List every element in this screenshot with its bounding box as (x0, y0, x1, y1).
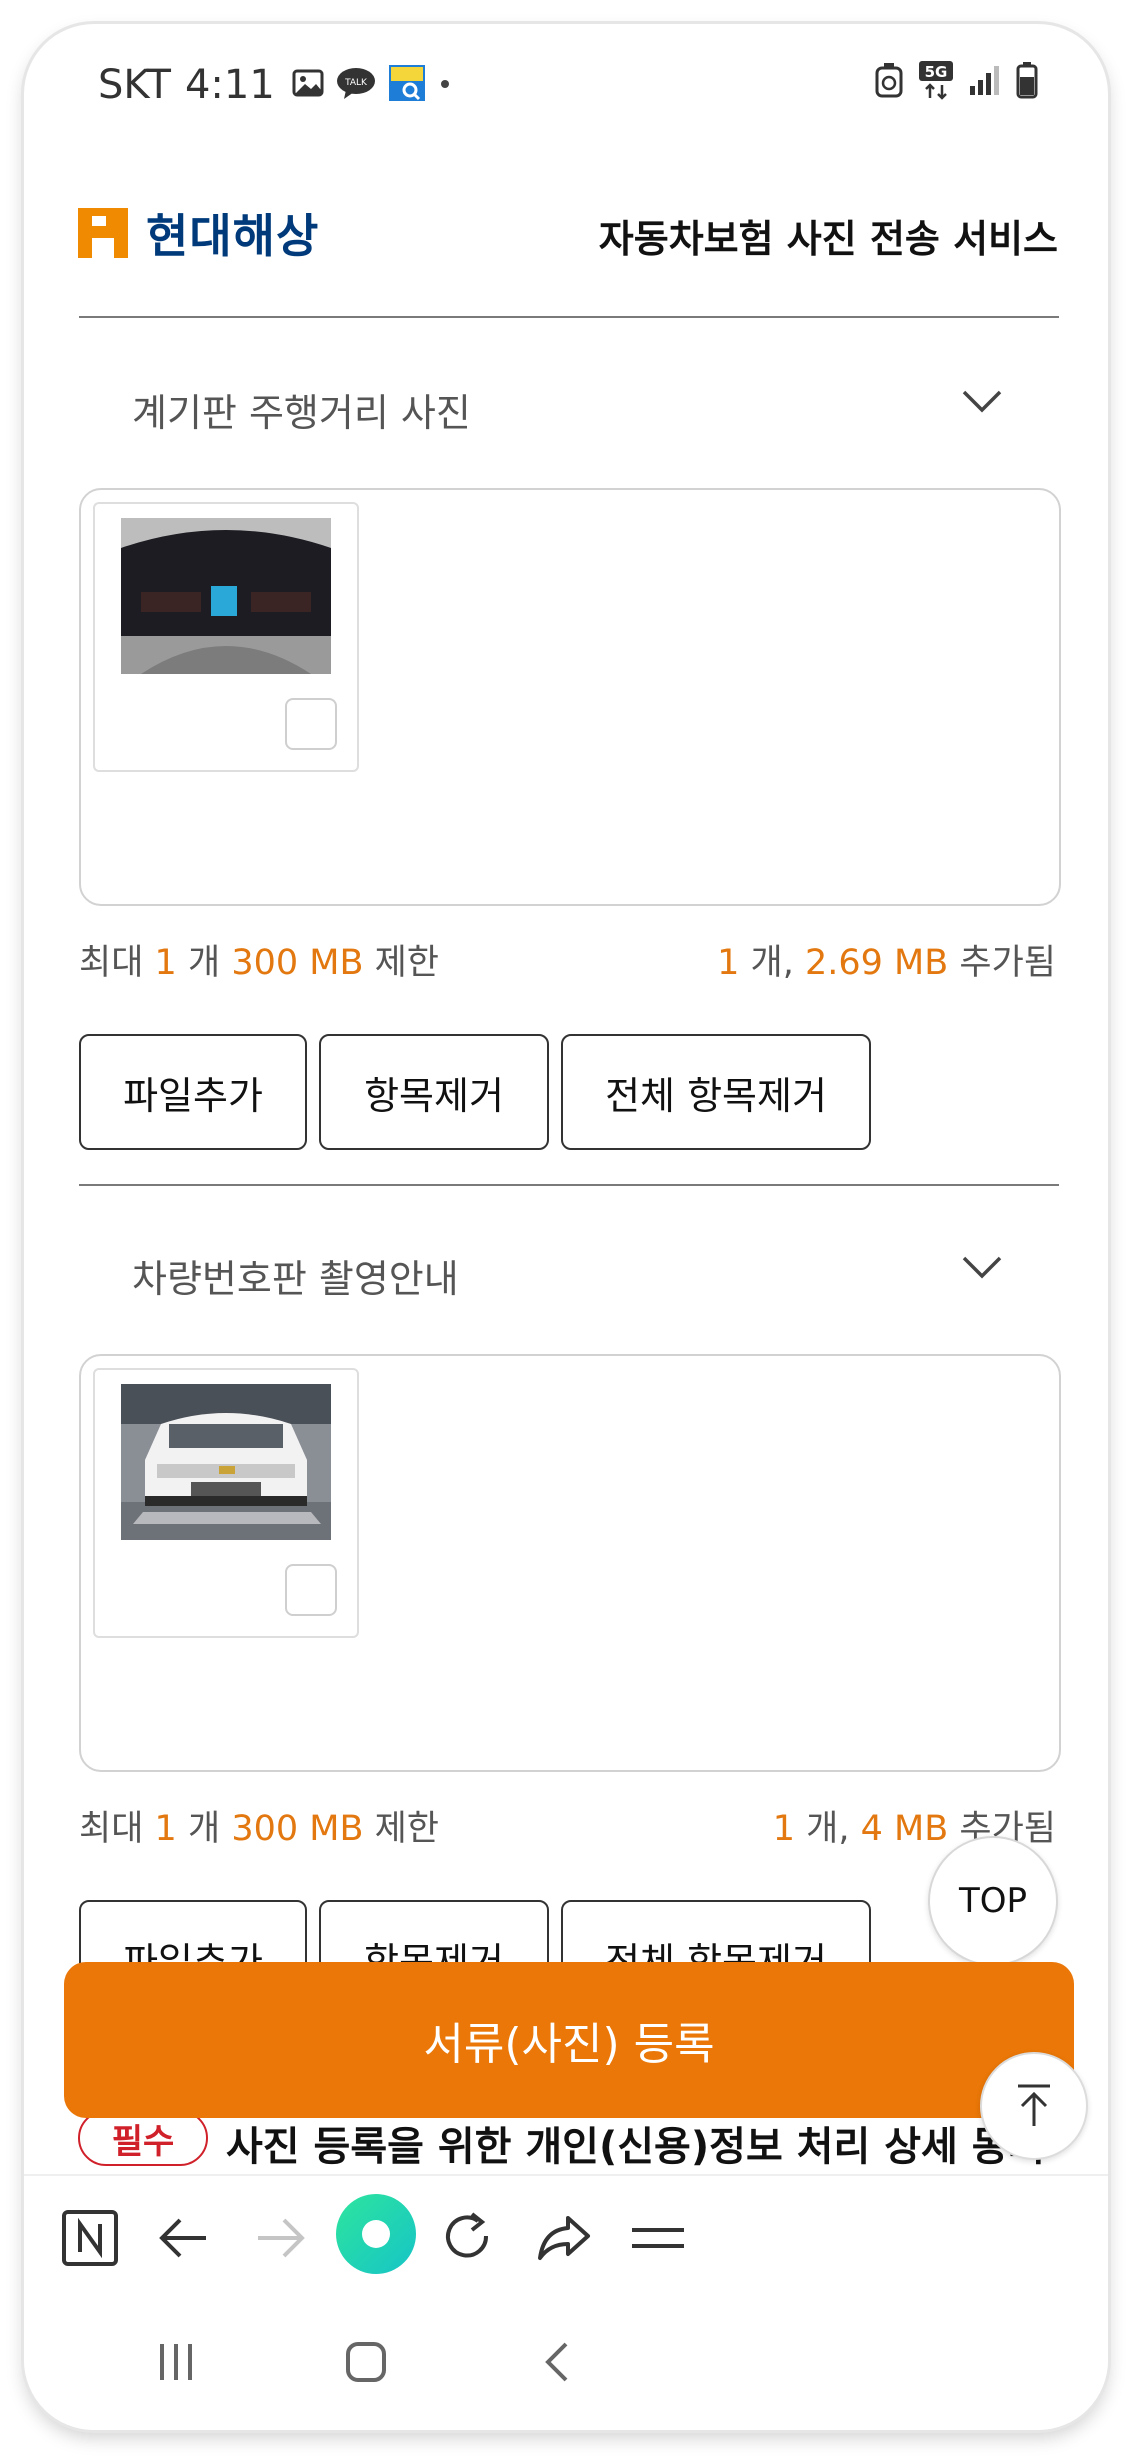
photo-select-checkbox[interactable] (285, 1564, 337, 1616)
more-notifications-dot-icon (438, 76, 452, 95)
consent-link[interactable]: 사진 등록을 위한 개인(신용)정보 처리 상세 동의 (226, 2114, 1045, 2172)
carrier-label: SKT (98, 62, 171, 108)
limit-count-unit: 개 (187, 1809, 221, 1849)
remove-all-items-button[interactable]: 전체 항목제거 (561, 1034, 871, 1150)
page-title: 자동차보험 사진 전송 서비스 (598, 217, 1058, 261)
divider (79, 1184, 1059, 1186)
signal-strength-icon (968, 64, 1002, 100)
file-actions: 파일추가 항목제거 전체 항목제거 (79, 1034, 871, 1150)
upload-limit: 최대 1 개 300 MB 제한 (79, 1800, 439, 1851)
recent-apps-icon[interactable] (154, 2338, 198, 2390)
h-logo-icon (78, 208, 128, 258)
photo-card[interactable] (93, 502, 359, 772)
clock: 4:11 (184, 62, 275, 108)
home-icon[interactable] (342, 2338, 390, 2390)
network-label: 5G (925, 63, 948, 81)
section-title-odometer[interactable]: 계기판 주행거리 사진 (132, 382, 471, 437)
add-file-button[interactable]: 파일추가 (79, 1034, 307, 1150)
battery-icon (1016, 61, 1038, 103)
limit-size: 300 MB (231, 943, 364, 983)
hyundai-marine-logo[interactable]: 현대해상 (78, 200, 319, 266)
added-size: 4 MB (860, 1809, 949, 1849)
added-count-unit: 개, (806, 1809, 850, 1849)
system-icons: 5G (874, 60, 1038, 104)
green-dot-icon[interactable] (334, 2192, 418, 2280)
limit-count: 1 (154, 943, 177, 983)
menu-icon[interactable] (626, 2206, 690, 2274)
chevron-down-icon[interactable] (960, 386, 1004, 420)
forward-arrow-icon[interactable] (248, 2206, 312, 2274)
share-icon[interactable] (532, 2206, 596, 2274)
limit-suffix: 제한 (374, 943, 439, 983)
5g-signal-icon: 5G (918, 60, 954, 104)
added-count-unit: 개, (750, 943, 794, 983)
remove-item-button[interactable]: 항목제거 (319, 1034, 549, 1150)
photo-list-license-plate (79, 1354, 1061, 1772)
upload-limit: 최대 1 개 300 MB 제한 (79, 934, 439, 985)
section-title-license-plate[interactable]: 차량번호판 촬영안내 (132, 1248, 459, 1303)
divider (79, 316, 1059, 318)
photo-select-checkbox[interactable] (285, 698, 337, 750)
odometer-photo-thumbnail (121, 518, 331, 674)
back-arrow-icon[interactable] (152, 2206, 216, 2274)
arrow-up-icon (1018, 2084, 1050, 2126)
naver-home-icon[interactable] (58, 2206, 122, 2274)
carrier-time: SKT 4:11 (98, 62, 275, 108)
refresh-icon[interactable] (436, 2206, 500, 2274)
gallery-icon (292, 68, 324, 102)
required-badge: 필수 (78, 2110, 208, 2166)
consent-row[interactable]: 필수 사진 등록을 위한 개인(신용)정보 처리 상세 동의 (78, 2110, 1088, 2176)
kakaotalk-label: TALK (344, 78, 368, 88)
added-count: 1 (717, 943, 740, 983)
limit-size: 300 MB (231, 1809, 364, 1849)
system-navigation (24, 2310, 1108, 2430)
notification-icons: TALK (292, 64, 452, 106)
added-count: 1 (772, 1809, 796, 1849)
phone-screen: SKT 4:11 TALK 5G 현대해상 자동차보험 사진 전송 서비스 계기… (24, 24, 1108, 2430)
top-button[interactable]: TOP (928, 1836, 1058, 1966)
photo-card[interactable] (93, 1368, 359, 1638)
app-notification-icon (388, 64, 426, 106)
browser-toolbar (24, 2174, 1108, 2312)
kakaotalk-icon: TALK (336, 66, 376, 104)
car-front-photo-thumbnail (121, 1384, 331, 1540)
limit-suffix: 제한 (374, 1809, 439, 1849)
limit-prefix: 최대 (79, 1809, 144, 1849)
added-size: 2.69 MB (804, 943, 949, 983)
recycle-icon (874, 62, 904, 102)
chevron-down-icon[interactable] (960, 1252, 1004, 1286)
back-icon[interactable] (536, 2338, 580, 2390)
upload-status: 1 개, 2.69 MB 추가됨 (717, 934, 1056, 985)
brand-name: 현대해상 (146, 209, 320, 263)
status-bar: SKT 4:11 TALK 5G (24, 24, 1108, 144)
photo-list-odometer (79, 488, 1061, 906)
added-suffix: 추가됨 (959, 943, 1056, 983)
limit-prefix: 최대 (79, 943, 144, 983)
scroll-to-top-button[interactable] (980, 2052, 1088, 2160)
limit-count: 1 (154, 1809, 177, 1849)
limit-count-unit: 개 (187, 943, 221, 983)
submit-documents-button[interactable]: 서류(사진) 등록 (64, 1962, 1074, 2118)
app-header: 현대해상 자동차보험 사진 전송 서비스 (78, 174, 1058, 274)
